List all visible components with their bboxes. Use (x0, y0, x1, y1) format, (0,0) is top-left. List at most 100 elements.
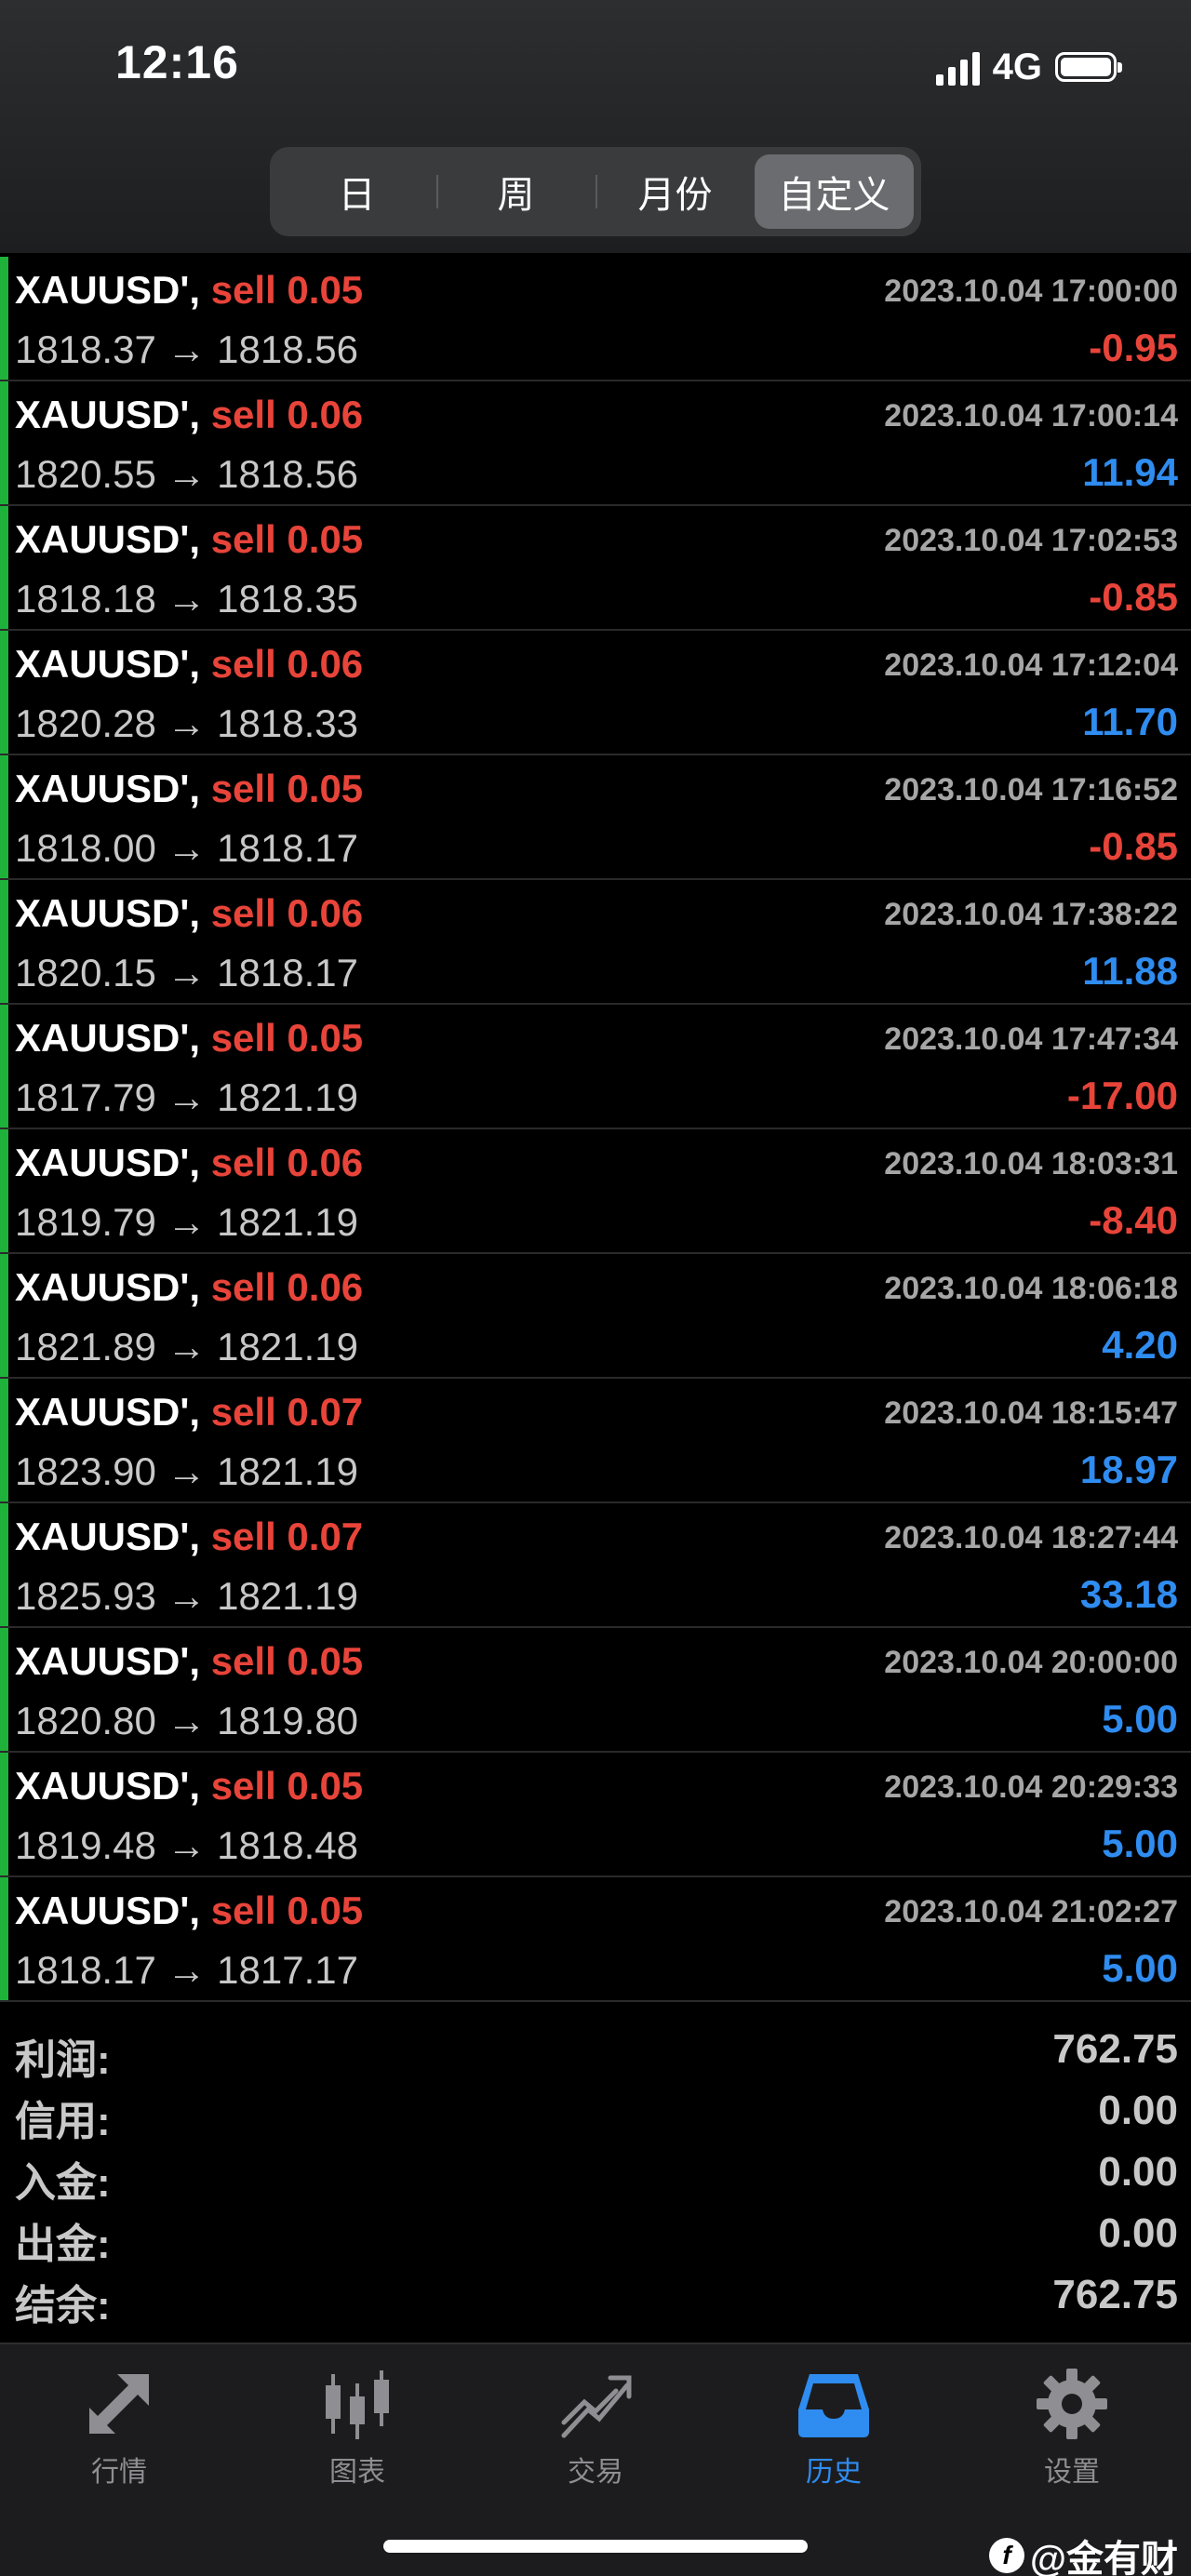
deal-row[interactable]: XAUUSD', sell 0.06 2023.10.04 17:00:14 182… (0, 381, 1191, 506)
deal-time: 2023.10.04 17:47:34 (884, 1021, 1178, 1057)
deal-volume: 0.07 (287, 1515, 364, 1558)
deal-row[interactable]: XAUUSD', sell 0.06 2023.10.04 18:06:18 182… (0, 1254, 1191, 1379)
tab-trade[interactable]: 交易 (521, 2365, 670, 2489)
deal-open-price: 1818.17 (15, 1948, 156, 1992)
deal-symbol-line: XAUUSD', sell 0.07 (15, 1390, 363, 1435)
deal-prices: 1820.80 → 1819.80 (15, 1699, 358, 1743)
deal-arrow-icon: → (167, 577, 207, 621)
deal-symbol-line: XAUUSD', sell 0.06 (15, 393, 363, 437)
deal-open-price: 1820.80 (15, 1699, 156, 1742)
deal-volume: 0.05 (287, 1889, 364, 1932)
deal-symbol: XAUUSD' (15, 1265, 190, 1309)
deal-profit: 5.00 (1102, 1822, 1178, 1865)
deal-side-bar (0, 1379, 8, 1502)
tab-quotes[interactable]: 行情 (45, 2365, 194, 2489)
deal-type: sell (210, 1265, 276, 1309)
deal-profit: 11.94 (1082, 450, 1178, 494)
deal-volume: 0.06 (287, 1141, 364, 1184)
deal-side-bar (0, 1753, 8, 1875)
deal-type: sell (210, 1016, 276, 1060)
deal-row[interactable]: XAUUSD', sell 0.05 2023.10.04 17:02:53 181… (0, 506, 1191, 631)
deal-profit: 5.00 (1102, 1946, 1178, 1990)
deal-row[interactable]: XAUUSD', sell 0.07 2023.10.04 18:15:47 182… (0, 1379, 1191, 1503)
home-indicator[interactable] (383, 2540, 808, 2553)
deal-separator: , (189, 393, 201, 436)
deal-symbol: XAUUSD' (15, 1764, 190, 1808)
deal-side-bar (0, 755, 8, 878)
deal-close-price: 1818.17 (217, 951, 358, 994)
deal-open-price: 1825.93 (15, 1574, 156, 1618)
deal-row[interactable]: XAUUSD', sell 0.05 2023.10.04 21:02:27 181… (0, 1877, 1191, 2002)
trade-trend-icon (561, 2375, 632, 2438)
deal-symbol: XAUUSD' (15, 767, 190, 810)
deal-open-price: 1819.48 (15, 1823, 156, 1867)
deal-type: sell (210, 1515, 276, 1558)
deal-symbol-line: XAUUSD', sell 0.06 (15, 1265, 363, 1310)
deal-close-price: 1818.33 (217, 701, 358, 745)
deal-close-price: 1821.19 (217, 1449, 358, 1493)
deal-profit: -17.00 (1066, 1074, 1178, 1117)
header: 12:16 4G 日 周 月份 自定义 (0, 0, 1191, 253)
deal-arrow-icon: → (167, 951, 207, 994)
deal-profit: -0.85 (1089, 824, 1178, 868)
deal-prices: 1818.37 → 1818.56 (15, 327, 358, 372)
tab-label: 行情 (91, 2457, 147, 2488)
deal-arrow-icon: → (167, 1200, 207, 1244)
status-time: 12:16 (115, 36, 239, 88)
deal-row[interactable]: XAUUSD', sell 0.06 2023.10.04 18:03:31 181… (0, 1129, 1191, 1254)
deal-symbol-line: XAUUSD', sell 0.06 (15, 891, 363, 936)
deal-arrow-icon: → (167, 452, 207, 496)
deal-close-price: 1818.48 (217, 1823, 358, 1867)
deal-separator: , (189, 1889, 201, 1932)
period-tab-week[interactable]: 周 (436, 154, 596, 229)
deal-separator: , (189, 517, 201, 561)
deal-type: sell (210, 268, 276, 312)
deal-type: sell (210, 1889, 276, 1932)
deal-time: 2023.10.04 20:00:00 (884, 1645, 1178, 1680)
deal-row[interactable]: XAUUSD', sell 0.05 2023.10.04 20:29:33 181… (0, 1753, 1191, 1877)
tab-history[interactable]: 历史 (759, 2365, 908, 2489)
battery-icon (1055, 52, 1122, 82)
summary-value: 762.75 (1052, 2272, 1178, 2317)
deal-close-price: 1817.17 (217, 1948, 358, 1992)
deal-row[interactable]: XAUUSD', sell 0.05 2023.10.04 20:00:00 182… (0, 1628, 1191, 1753)
deal-profit: 18.97 (1079, 1448, 1178, 1491)
summary-value: 0.00 (1098, 2088, 1178, 2133)
deal-row[interactable]: XAUUSD', sell 0.06 2023.10.04 17:38:22 182… (0, 880, 1191, 1005)
deal-separator: , (189, 642, 201, 686)
period-tab-month[interactable]: 月份 (596, 154, 755, 229)
deal-prices: 1819.79 → 1821.19 (15, 1200, 358, 1245)
deal-open-price: 1817.79 (15, 1075, 156, 1119)
deal-time: 2023.10.04 17:00:14 (884, 398, 1178, 434)
tab-label: 设置 (1044, 2457, 1100, 2488)
deal-separator: , (189, 1265, 201, 1309)
deal-separator: , (189, 1141, 201, 1184)
deal-row[interactable]: XAUUSD', sell 0.06 2023.10.04 17:12:04 182… (0, 631, 1191, 755)
tab-charts[interactable]: 图表 (283, 2365, 432, 2489)
deal-type: sell (210, 642, 276, 686)
period-tab-custom[interactable]: 自定义 (755, 154, 914, 229)
deal-separator: , (189, 767, 201, 810)
deal-close-price: 1818.17 (217, 826, 358, 870)
deal-row[interactable]: XAUUSD', sell 0.05 2023.10.04 17:00:00 181… (0, 257, 1191, 381)
summary-value: 0.00 (1098, 2210, 1178, 2256)
deal-symbol-line: XAUUSD', sell 0.05 (15, 268, 363, 313)
deal-side-bar (0, 1005, 8, 1128)
deal-prices: 1818.17 → 1817.17 (15, 1948, 358, 1993)
deal-symbol-line: XAUUSD', sell 0.05 (15, 767, 363, 811)
quotes-arrows-icon (89, 2374, 149, 2434)
deal-side-bar (0, 381, 8, 504)
tab-settings[interactable]: 设置 (997, 2365, 1146, 2489)
deal-row[interactable]: XAUUSD', sell 0.05 2023.10.04 17:47:34 181… (0, 1005, 1191, 1129)
deal-open-price: 1820.28 (15, 701, 156, 745)
deal-row[interactable]: XAUUSD', sell 0.05 2023.10.04 17:16:52 181… (0, 755, 1191, 880)
period-tab-day[interactable]: 日 (277, 154, 436, 229)
deal-type: sell (210, 891, 276, 935)
deal-volume: 0.05 (287, 517, 364, 561)
deal-row[interactable]: XAUUSD', sell 0.07 2023.10.04 18:27:44 182… (0, 1503, 1191, 1628)
deal-type: sell (210, 1639, 276, 1683)
deal-type: sell (210, 1390, 276, 1434)
deal-close-price: 1818.35 (217, 577, 358, 621)
summary-label: 结余: (15, 2283, 111, 2329)
tab-label: 图表 (329, 2457, 385, 2488)
